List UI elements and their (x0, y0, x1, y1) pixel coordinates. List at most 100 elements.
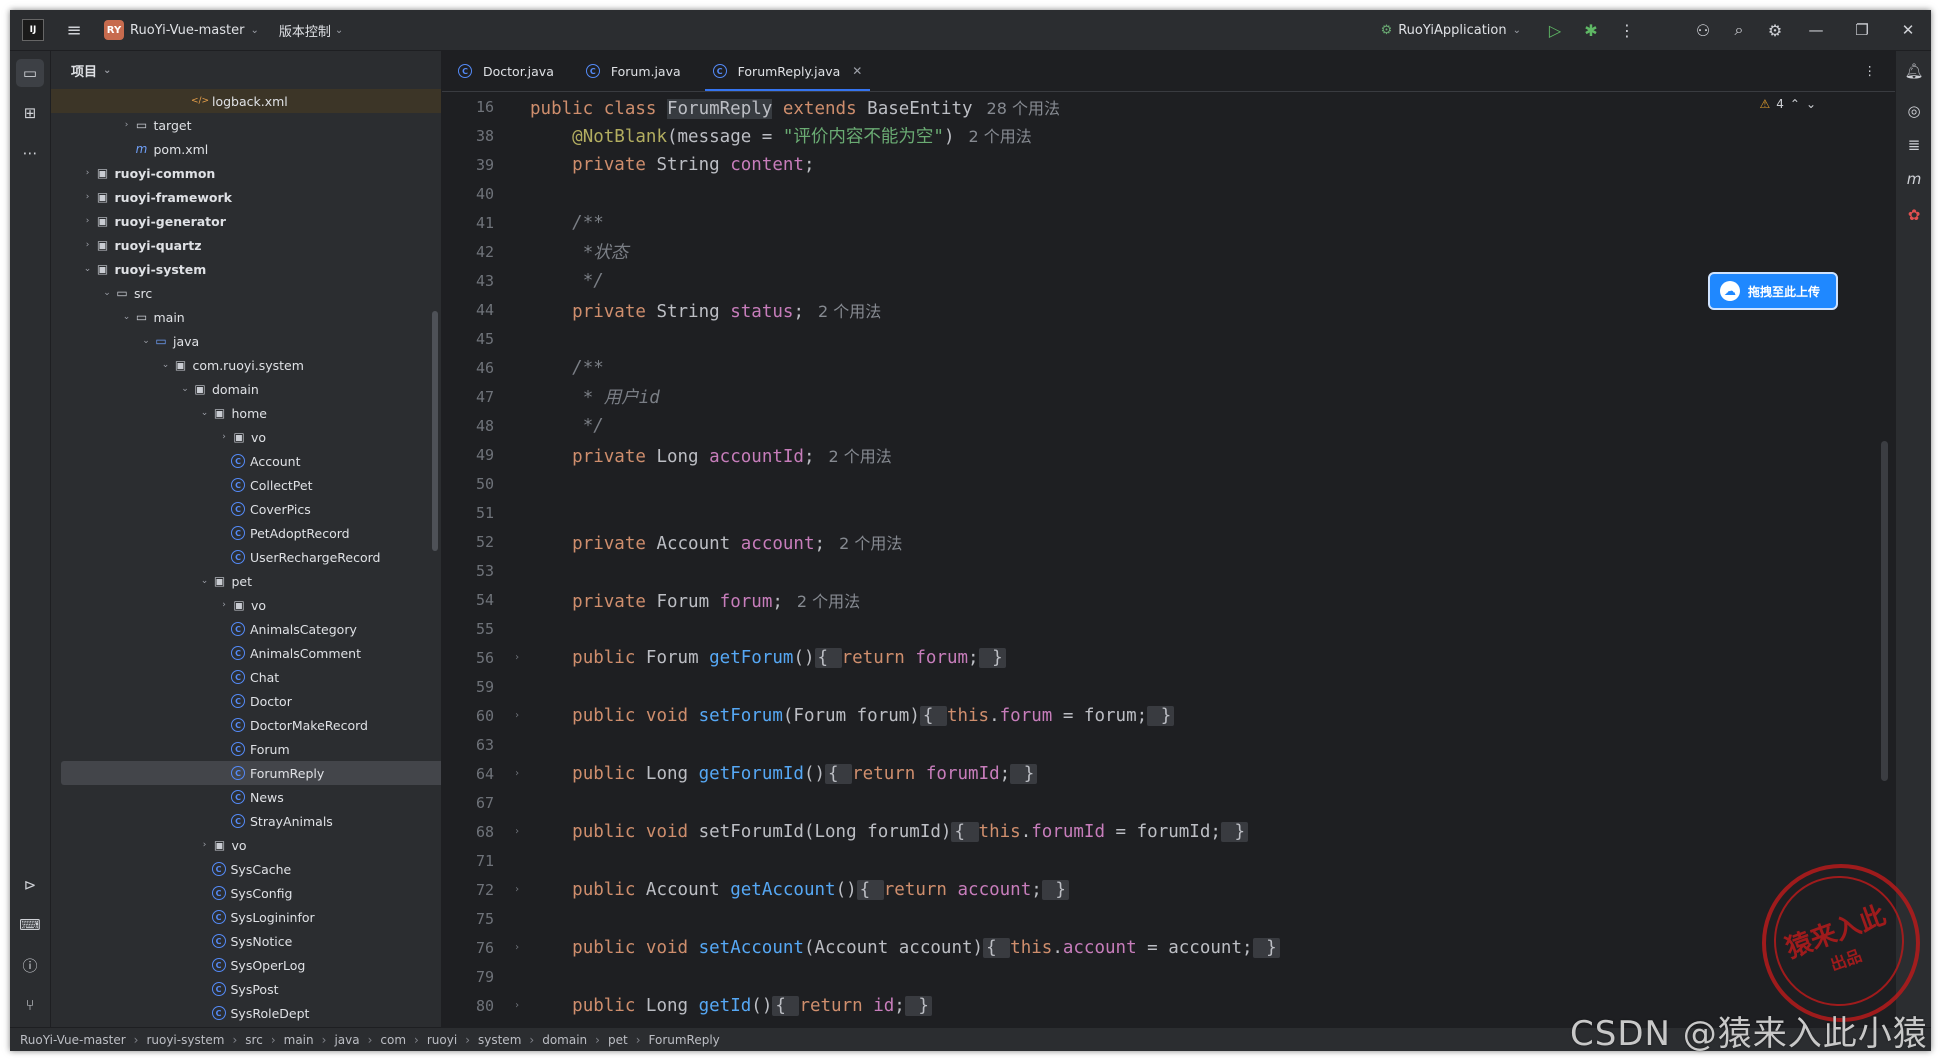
debug-icon[interactable]: ✱ (1573, 10, 1609, 50)
chevron-right-icon[interactable]: › (217, 600, 231, 610)
add-user-icon[interactable]: ⚇ (1685, 10, 1721, 50)
code-area[interactable]: 16 public class ForumReply extends BaseEn… (442, 92, 1896, 1020)
tree-item[interactable]: C UserRechargeRecord (51, 545, 441, 569)
tree-item[interactable]: ⌄ ▣ pet (51, 569, 441, 593)
fold-expand-icon[interactable]: › (504, 942, 530, 953)
project-tool-icon[interactable]: ▭ (16, 59, 44, 87)
tree-item[interactable]: › ▣ vo (51, 593, 441, 617)
code-line[interactable]: 75 (442, 904, 1896, 933)
structure-tool-icon[interactable]: ⊞ (16, 99, 44, 127)
maximize-button[interactable]: ❐ (1839, 10, 1885, 50)
code-line[interactable]: 43 */ (442, 266, 1896, 295)
tree-item[interactable]: › ▣ vo (51, 425, 441, 449)
code-line[interactable]: 72 › public Account getAccount(){ return … (442, 875, 1896, 904)
code-line[interactable]: 68 › public void setForumId(Long forumId)… (442, 817, 1896, 846)
tree-item[interactable]: › ▣ ruoyi-common (51, 161, 441, 185)
code-line[interactable]: 56 › public Forum getForum(){ return foru… (442, 643, 1896, 672)
close-button[interactable]: ✕ (1885, 10, 1931, 50)
fold-expand-icon[interactable]: › (504, 826, 530, 837)
chevron-down-icon[interactable]: ⌄ (198, 408, 212, 418)
tree-item[interactable]: C AnimalsComment (51, 641, 441, 665)
maven-icon[interactable]: m (1900, 165, 1928, 193)
editor-tab[interactable]: C Forum.java (570, 51, 697, 91)
close-tab-icon[interactable]: ✕ (852, 64, 862, 78)
tree-item[interactable]: ⌄ ▭ src (51, 281, 441, 305)
database-icon[interactable]: ≣ (1900, 131, 1928, 159)
tree-item[interactable]: C SysRoleDept (51, 1001, 441, 1025)
chevron-right-icon[interactable]: › (81, 192, 95, 202)
chevron-down-icon[interactable]: ⌄ (120, 312, 134, 322)
code-line[interactable]: 71 (442, 846, 1896, 875)
code-line[interactable]: 42 *状态 (442, 237, 1896, 266)
chevron-down-icon[interactable]: ⌄ (139, 336, 153, 346)
upload-widget[interactable]: ☁ 拖拽至此上传 (1708, 272, 1838, 310)
notifications-icon[interactable]: 🔔︎ (1900, 57, 1928, 85)
code-line[interactable]: 67 (442, 788, 1896, 817)
tree-item[interactable]: C PetAdoptRecord (51, 521, 441, 545)
tree-item[interactable]: C SysNotice (51, 929, 441, 953)
run-config-selector[interactable]: ⚙ RuoYiApplication ⌄ (1381, 23, 1521, 38)
tree-item[interactable]: › ▣ vo (51, 833, 441, 857)
tree-item[interactable]: › ▭ target (51, 113, 441, 137)
breadcrumb-item[interactable]: ruoyi (427, 1033, 457, 1047)
git-tool-icon[interactable]: ⑂ (16, 991, 44, 1019)
run-icon[interactable]: ▷ (1537, 10, 1573, 50)
code-line[interactable]: 50 (442, 469, 1896, 498)
code-line[interactable]: 79 (442, 962, 1896, 991)
tree-item[interactable]: </> logback.xml (51, 89, 441, 113)
breadcrumb-item[interactable]: com (380, 1033, 406, 1047)
chevron-right-icon[interactable]: › (81, 240, 95, 250)
tree-item[interactable]: ⌄ ▣ domain (51, 377, 441, 401)
main-menu-icon[interactable]: ≡ (64, 20, 84, 41)
code-line[interactable]: 76 › public void setAccount(Account accou… (442, 933, 1896, 962)
editor-tab[interactable]: C Doctor.java (442, 51, 570, 91)
breadcrumb-item[interactable]: ruoyi-system (146, 1033, 224, 1047)
problems-tool-icon[interactable]: ⓘ (16, 951, 44, 979)
code-line[interactable]: 64 › public Long getForumId(){ return for… (442, 759, 1896, 788)
chevron-right-icon[interactable]: › (198, 840, 212, 850)
app-logo-icon[interactable]: IJ (22, 19, 44, 41)
tree-item[interactable]: ⌄ ▭ java (51, 329, 441, 353)
chevron-down-icon[interactable]: ⌄ (81, 264, 95, 274)
code-line[interactable]: 38 @NotBlank(message = "评价内容不能为空") 2 个用法 (442, 121, 1896, 150)
fold-expand-icon[interactable]: › (504, 652, 530, 663)
tree-item[interactable]: C SysPost (51, 977, 441, 1001)
project-selector[interactable]: RY RuoYi-Vue-master ⌄ (104, 20, 259, 40)
code-line[interactable]: 60 › public void setForum(Forum forum){ t… (442, 701, 1896, 730)
tree-item[interactable]: C SysLogininfor (51, 905, 441, 929)
tree-item[interactable]: ⌄ ▣ ruoyi-system (51, 257, 441, 281)
breadcrumb-item[interactable]: src (245, 1033, 263, 1047)
search-icon[interactable]: ⌕ (1721, 10, 1757, 50)
breadcrumb-item[interactable]: java (334, 1033, 359, 1047)
services-tool-icon[interactable]: ⊳ (16, 871, 44, 899)
code-line[interactable]: 49 private Long accountId; 2 个用法 (442, 440, 1896, 469)
chevron-down-icon[interactable]: ⌄ (198, 576, 212, 586)
code-line[interactable]: 39 private String content; (442, 150, 1896, 179)
code-line[interactable]: 44 private String status; 2 个用法 (442, 295, 1896, 324)
code-line[interactable]: 47 * 用户id (442, 382, 1896, 411)
more-tabs-icon[interactable]: ⋮ (1864, 63, 1877, 78)
more-tools-icon[interactable]: ⋯ (16, 139, 44, 167)
tree-item[interactable]: C Account (51, 449, 441, 473)
tree-item[interactable]: C SysOperLog (51, 953, 441, 977)
code-line[interactable]: 16 public class ForumReply extends BaseEn… (442, 92, 1896, 121)
breadcrumb-item[interactable]: main (284, 1033, 314, 1047)
tree-item[interactable]: C AnimalsCategory (51, 617, 441, 641)
code-line[interactable]: 54 private Forum forum; 2 个用法 (442, 585, 1896, 614)
ai-assistant-icon[interactable]: ◎ (1900, 97, 1928, 125)
plugin-icon[interactable]: ✿ (1900, 201, 1928, 229)
fold-expand-icon[interactable]: › (504, 710, 530, 721)
fold-expand-icon[interactable]: › (504, 1000, 530, 1011)
tree-item[interactable]: › ▣ ruoyi-generator (51, 209, 441, 233)
settings-icon[interactable]: ⚙ (1757, 10, 1793, 50)
tree-item[interactable]: C CoverPics (51, 497, 441, 521)
tree-item[interactable]: C Doctor (51, 689, 441, 713)
code-line[interactable]: 51 (442, 498, 1896, 527)
chevron-right-icon[interactable]: › (120, 120, 134, 130)
tree-item[interactable]: C CollectPet (51, 473, 441, 497)
code-line[interactable]: 45 (442, 324, 1896, 353)
code-line[interactable]: 41 /** (442, 208, 1896, 237)
code-line[interactable]: 46 /** (442, 353, 1896, 382)
code-line[interactable]: 59 (442, 672, 1896, 701)
chevron-down-icon[interactable]: ⌄ (178, 384, 192, 394)
